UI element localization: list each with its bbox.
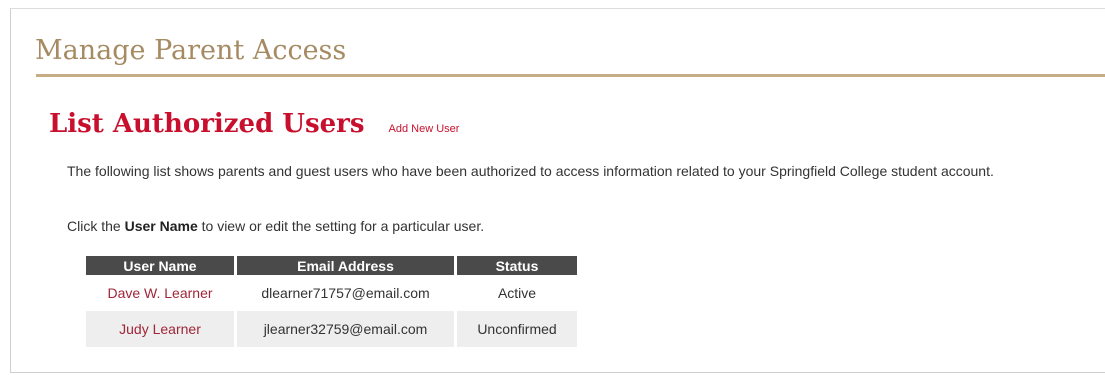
user-name-cell: Judy Learner bbox=[86, 311, 234, 347]
user-name-link[interactable]: Dave W. Learner bbox=[107, 285, 212, 301]
email-cell: dlearner71757@email.com bbox=[261, 285, 430, 301]
table-row: Judy Learner jlearner32759@email.com Unc… bbox=[86, 311, 577, 347]
instruction-suffix: to view or edit the setting for a partic… bbox=[197, 218, 485, 234]
table-row: Dave W. Learner dlearner71757@email.com … bbox=[86, 275, 577, 311]
header-user-name: User Name bbox=[86, 256, 234, 275]
status-cell: Unconfirmed bbox=[454, 311, 577, 347]
authorized-users-table: User Name Email Address Status Dave W. L… bbox=[86, 256, 577, 347]
instruction-prefix: Click the bbox=[67, 218, 125, 234]
title-divider bbox=[36, 74, 1105, 77]
header-status: Status bbox=[454, 256, 577, 275]
section-title: List Authorized Users bbox=[49, 109, 365, 139]
user-name-cell: Dave W. Learner bbox=[86, 275, 234, 311]
intro-text: The following list shows parents and gue… bbox=[67, 163, 994, 179]
table-header-row: User Name Email Address Status bbox=[86, 256, 577, 275]
page-title: Manage Parent Access bbox=[35, 35, 347, 66]
user-name-link[interactable]: Judy Learner bbox=[119, 321, 201, 337]
add-new-user-link[interactable]: Add New User bbox=[389, 123, 460, 135]
section-header: List Authorized Users Add New User bbox=[49, 109, 459, 139]
instruction-text: Click the User Name to view or edit the … bbox=[67, 218, 484, 234]
status-cell: Active bbox=[497, 285, 537, 301]
content-panel: Manage Parent Access List Authorized Use… bbox=[10, 8, 1105, 373]
instruction-bold: User Name bbox=[124, 218, 198, 234]
header-email-address: Email Address bbox=[234, 256, 454, 275]
email-cell: jlearner32759@email.com bbox=[234, 311, 454, 347]
